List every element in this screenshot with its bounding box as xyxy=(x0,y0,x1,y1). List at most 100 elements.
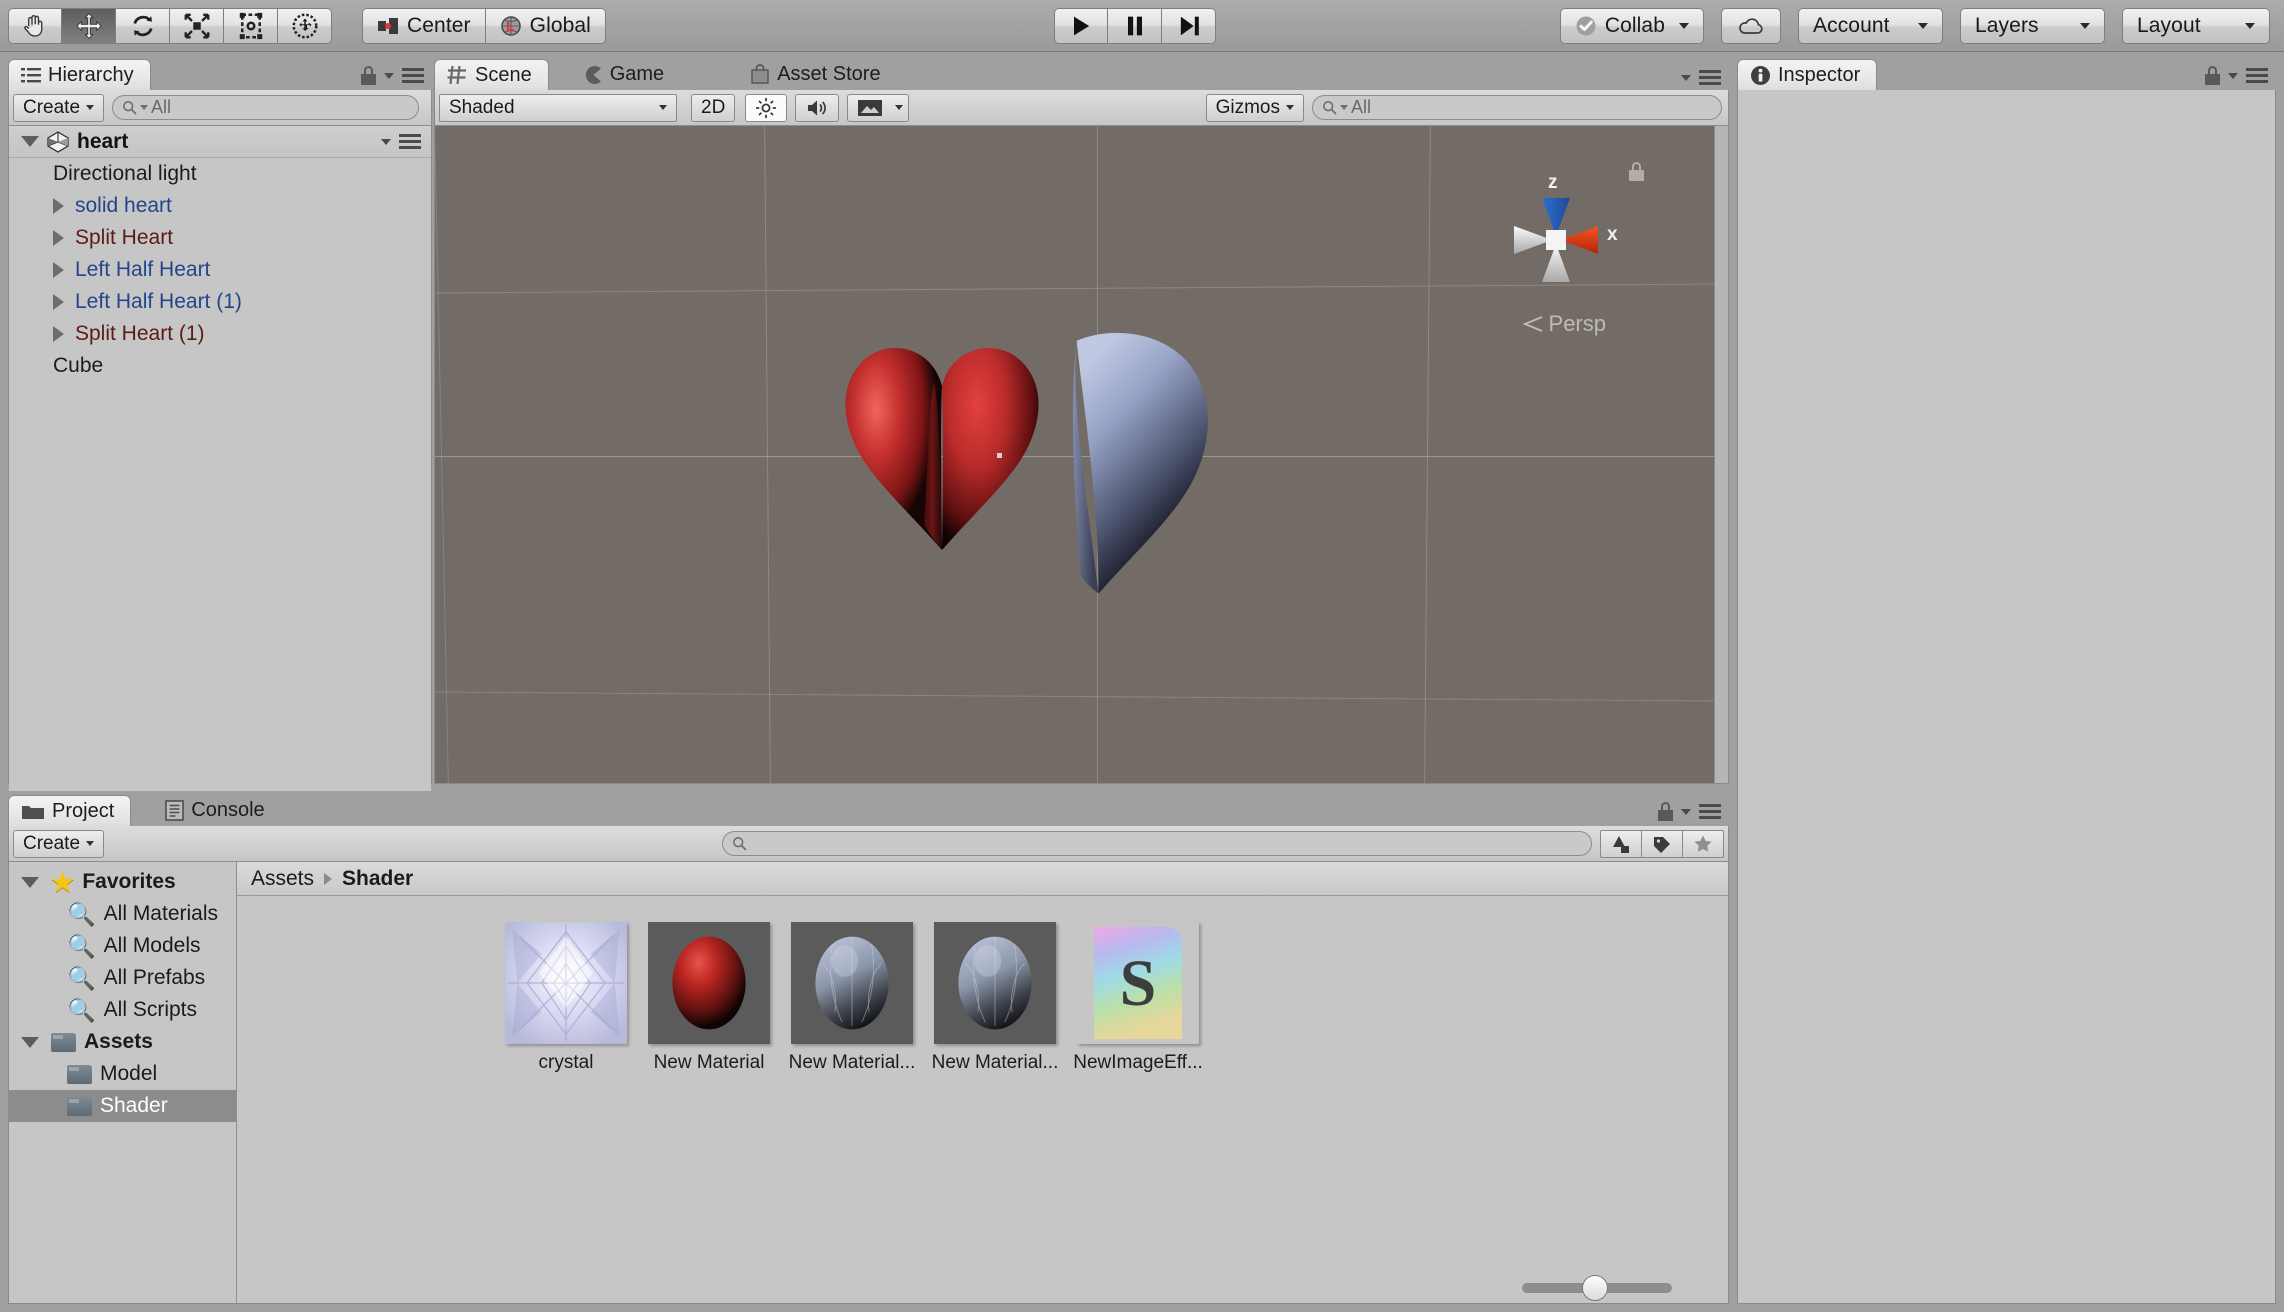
asset-thumbnail[interactable]: S xyxy=(1077,922,1199,1044)
hierarchy-item[interactable]: Split Heart xyxy=(9,222,431,254)
asset-item[interactable]: S NewImageEff... xyxy=(1073,922,1203,1074)
rect-tool-button[interactable] xyxy=(224,7,278,44)
hierarchy-item[interactable]: Split Heart (1) xyxy=(9,318,431,350)
scene-view-gizmo[interactable]: z x xyxy=(1490,162,1644,306)
hand-icon xyxy=(24,14,43,37)
lock-icon[interactable] xyxy=(2205,66,2220,85)
lock-icon[interactable] xyxy=(1658,802,1673,821)
hierarchy-item[interactable]: Left Half Heart (1) xyxy=(9,286,431,318)
account-button[interactable]: Account xyxy=(1798,7,1943,44)
scene-menu-icon[interactable] xyxy=(399,134,421,149)
chevron-down-icon[interactable] xyxy=(1681,808,1691,815)
rotate-tool-button[interactable] xyxy=(116,7,170,44)
lighting-toggle-button[interactable] xyxy=(745,93,788,122)
chevron-right-icon[interactable] xyxy=(53,326,64,342)
chevron-down-icon[interactable] xyxy=(381,138,391,145)
hierarchy-scene-row[interactable]: heart xyxy=(9,126,431,158)
asset-thumbnail[interactable] xyxy=(505,922,627,1044)
project-tree-item[interactable]: 🔍 All Prefabs xyxy=(9,962,236,994)
scale-tool-button[interactable] xyxy=(170,7,224,44)
project-tree-item[interactable]: Model xyxy=(9,1058,236,1090)
toggle-2d-button[interactable]: 2D xyxy=(691,93,736,122)
asset-label: New Material xyxy=(653,1052,765,1073)
scene-vertical-scrollbar[interactable] xyxy=(1714,126,1728,783)
chevron-right-icon[interactable] xyxy=(53,262,64,278)
panel-menu-icon[interactable] xyxy=(1699,804,1721,819)
asset-thumbnail[interactable] xyxy=(934,922,1056,1044)
lock-icon[interactable] xyxy=(361,66,376,85)
tab-scene[interactable]: Scene xyxy=(434,59,549,90)
pause-button[interactable] xyxy=(1108,7,1162,44)
pivot-mode-button[interactable]: Center xyxy=(362,7,486,44)
project-tree-item[interactable]: ★ Favorites xyxy=(9,866,236,898)
tab-project[interactable]: Project xyxy=(8,795,132,826)
chevron-down-icon[interactable] xyxy=(1681,74,1691,81)
asset-item[interactable]: crystal xyxy=(505,922,627,1074)
pause-icon xyxy=(1127,16,1142,35)
tab-asset-store[interactable]: Asset Store xyxy=(738,59,896,90)
tab-inspector[interactable]: Inspector xyxy=(1737,59,1878,90)
play-button[interactable] xyxy=(1054,7,1108,44)
asset-item[interactable]: New Material xyxy=(648,922,770,1074)
tab-hierarchy[interactable]: Hierarchy xyxy=(8,59,151,90)
scene-viewport[interactable]: z x Persp xyxy=(435,126,1714,783)
collab-button[interactable]: Collab xyxy=(1559,7,1704,44)
slider-knob[interactable] xyxy=(1582,1275,1608,1301)
type-filter-button[interactable] xyxy=(1600,829,1642,858)
search-icon xyxy=(733,836,747,851)
project-tree-item[interactable]: Assets xyxy=(9,1026,236,1058)
project-tree-item[interactable]: Shader xyxy=(9,1090,236,1122)
hierarchy-item[interactable]: solid heart xyxy=(9,190,431,222)
hierarchy-item[interactable]: Cube xyxy=(9,350,431,382)
project-tree-item[interactable]: 🔍 All Materials xyxy=(9,898,236,930)
project-split: ★ Favorites 🔍 All Materials 🔍 All Models 🔍 All … xyxy=(9,862,1728,1303)
chevron-right-icon[interactable] xyxy=(53,230,64,246)
draw-mode-dropdown[interactable]: Shaded xyxy=(439,93,677,122)
project-search-input[interactable] xyxy=(722,831,1592,856)
move-tool-button[interactable] xyxy=(62,7,116,44)
chevron-down-icon[interactable] xyxy=(21,876,39,888)
hand-tool-button[interactable] xyxy=(8,7,62,44)
scene-projection-label[interactable]: Persp xyxy=(1521,311,1606,337)
favorite-filter-button[interactable] xyxy=(1683,829,1724,858)
hierarchy-item[interactable]: Directional light xyxy=(9,158,431,190)
panel-menu-icon[interactable] xyxy=(1699,70,1721,85)
chevron-down-icon[interactable] xyxy=(21,1036,39,1048)
panel-menu-icon[interactable] xyxy=(2246,68,2268,83)
effects-toggle-button[interactable] xyxy=(847,93,910,122)
pivot-rotation-button[interactable]: Global xyxy=(485,7,606,44)
label-filter-button[interactable] xyxy=(1642,829,1683,858)
chevron-right-icon[interactable] xyxy=(53,198,64,214)
search-icon: 🔍 xyxy=(67,932,96,959)
gizmo-lock-icon[interactable] xyxy=(1629,162,1644,181)
gizmos-dropdown[interactable]: Gizmos xyxy=(1205,93,1304,122)
transform-tool-button[interactable] xyxy=(278,7,332,44)
hierarchy-search-input[interactable]: All xyxy=(112,95,419,120)
hierarchy-create-button[interactable]: Create xyxy=(13,93,105,122)
asset-item[interactable]: New Material... xyxy=(932,922,1058,1074)
project-tree-item[interactable]: 🔍 All Models xyxy=(9,930,236,962)
chevron-down-icon[interactable] xyxy=(384,72,394,79)
tab-console[interactable]: Console xyxy=(153,795,280,826)
main-toolbar: Center Global Collab Account Layers Layo… xyxy=(0,0,2284,52)
panel-menu-icon[interactable] xyxy=(402,68,424,83)
chevron-right-icon[interactable] xyxy=(53,294,64,310)
asset-zoom-slider[interactable] xyxy=(1522,1275,1672,1301)
tab-game[interactable]: Game xyxy=(571,59,680,90)
layout-button[interactable]: Layout xyxy=(2122,7,2270,44)
cloud-button[interactable] xyxy=(1721,7,1781,44)
breadcrumb-root[interactable]: Assets xyxy=(251,867,314,891)
project-tree-item[interactable]: 🔍 All Scripts xyxy=(9,994,236,1026)
project-create-button[interactable]: Create xyxy=(13,829,105,858)
chevron-down-icon[interactable] xyxy=(2228,72,2238,79)
layers-button[interactable]: Layers xyxy=(1960,7,2105,44)
audio-toggle-button[interactable] xyxy=(795,93,840,122)
hierarchy-item[interactable]: Left Half Heart xyxy=(9,254,431,286)
chevron-down-icon[interactable] xyxy=(21,136,39,147)
asset-thumbnail[interactable] xyxy=(791,922,913,1044)
blue-half-heart-mesh[interactable] xyxy=(1015,324,1250,634)
asset-item[interactable]: New Material... xyxy=(789,922,915,1074)
step-button[interactable] xyxy=(1162,7,1216,44)
asset-thumbnail[interactable] xyxy=(648,922,770,1044)
scene-search-input[interactable]: All xyxy=(1312,95,1722,120)
